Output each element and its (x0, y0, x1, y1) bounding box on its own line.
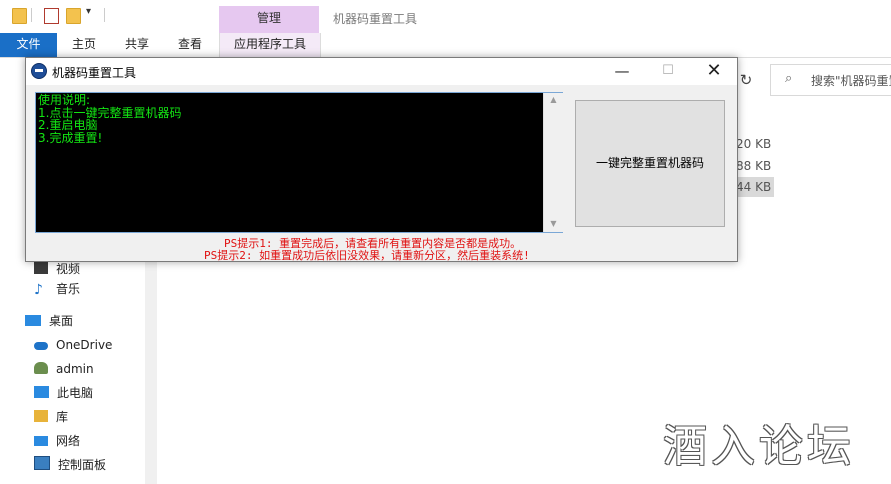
library-icon (34, 410, 48, 422)
search-input[interactable]: ⌕ 搜索"机器码重置 (770, 64, 891, 96)
window-titlebar[interactable]: 机器码重置工具 — ☐ ✕ (26, 58, 737, 85)
nav-item-desktop[interactable]: 桌面 (25, 310, 73, 332)
file-size: 88 KB (736, 159, 772, 173)
minimize-button[interactable]: — (599, 58, 645, 85)
instructions-line: 3.完成重置! (38, 130, 103, 145)
music-icon: ♪ (34, 282, 43, 298)
nav-item-this-pc[interactable]: 此电脑 (34, 382, 93, 404)
nav-item-label: admin (56, 362, 94, 376)
tab-file[interactable]: 文件 (0, 33, 57, 57)
nav-item-label: 桌面 (49, 314, 74, 328)
nav-item-label: 库 (56, 410, 69, 424)
close-button[interactable]: ✕ (691, 58, 737, 85)
nav-item-label: 音乐 (56, 282, 81, 296)
tab-view[interactable]: 查看 (166, 33, 214, 57)
nav-item-label: 此电脑 (57, 386, 94, 400)
watermark: 酒入论坛 (663, 421, 855, 472)
hint-2: PS提示2: 如重置成功后依旧没效果，请重新分区，然后重装系统! (204, 249, 530, 262)
separator (31, 8, 32, 22)
navigation-pane-scrollbar[interactable] (145, 258, 157, 484)
nav-item-network[interactable]: 网络 (34, 430, 80, 452)
computer-icon (34, 386, 49, 398)
nav-item-label: 控制面板 (58, 458, 107, 472)
explorer-title: 机器码重置工具 (333, 12, 418, 26)
file-size: 44 KB (736, 180, 772, 194)
nav-item-onedrive[interactable]: OneDrive (34, 334, 112, 356)
user-icon (34, 362, 48, 374)
nav-item-label: 视频 (56, 262, 81, 276)
network-icon (34, 436, 48, 446)
nav-item-music[interactable]: ♪ 音乐 (34, 278, 80, 300)
instructions-line: 使用说明: (38, 93, 91, 107)
properties-icon[interactable] (44, 8, 59, 24)
control-panel-icon (34, 456, 50, 470)
maximize-button[interactable]: ☐ (645, 58, 691, 85)
folder-icon (12, 8, 27, 24)
instructions-line: 2.重启电脑 (38, 118, 98, 132)
quick-access-toolbar: ▾ (0, 0, 891, 32)
app-icon (31, 63, 47, 79)
search-placeholder: 搜索"机器码重置 (811, 74, 891, 88)
scroll-up-icon[interactable]: ▲ (544, 95, 563, 104)
reset-machine-code-button[interactable]: 一键完整重置机器码 (575, 100, 725, 227)
customize-toolbar-icon[interactable]: ▾ (86, 6, 99, 20)
instructions-text: 使用说明: 1.点击一键完整重置机器码 2.重启电脑 3.完成重置! (38, 94, 181, 144)
ribbon-context-header-label: 管理 (256, 11, 281, 25)
onedrive-icon (34, 342, 48, 350)
nav-item-admin[interactable]: admin (34, 358, 94, 380)
separator (104, 8, 105, 22)
nav-item-control-panel[interactable]: 控制面板 (34, 454, 106, 476)
instructions-textbox[interactable]: 使用说明: 1.点击一键完整重置机器码 2.重启电脑 3.完成重置! ▲ ▼ (35, 92, 563, 233)
nav-item-label: 网络 (56, 434, 81, 448)
ribbon-context-header: 管理 (219, 6, 319, 33)
nav-item-label: OneDrive (56, 338, 113, 352)
machine-code-reset-window: 机器码重置工具 — ☐ ✕ 使用说明: 1.点击一键完整重置机器码 2.重启电脑… (25, 57, 738, 262)
new-folder-icon[interactable] (66, 8, 81, 24)
tab-home[interactable]: 主页 (60, 33, 108, 57)
search-icon: ⌕ (785, 71, 793, 86)
tab-share[interactable]: 共享 (113, 33, 161, 57)
navigation-pane: 视频 ♪ 音乐 桌面 OneDrive admin 此电脑 库 网络 控制面板 (0, 258, 145, 484)
scroll-down-icon[interactable]: ▼ (544, 219, 563, 228)
textbox-scrollbar[interactable]: ▲ ▼ (543, 93, 563, 232)
nav-item-libraries[interactable]: 库 (34, 406, 68, 428)
file-size: 20 KB (736, 137, 772, 151)
tab-application-tools[interactable]: 应用程序工具 (219, 33, 321, 57)
ribbon-tabs: 文件 主页 共享 查看 应用程序工具 (0, 33, 891, 58)
desktop-icon (25, 315, 41, 326)
window-title: 机器码重置工具 (52, 66, 137, 80)
video-icon (34, 262, 48, 274)
